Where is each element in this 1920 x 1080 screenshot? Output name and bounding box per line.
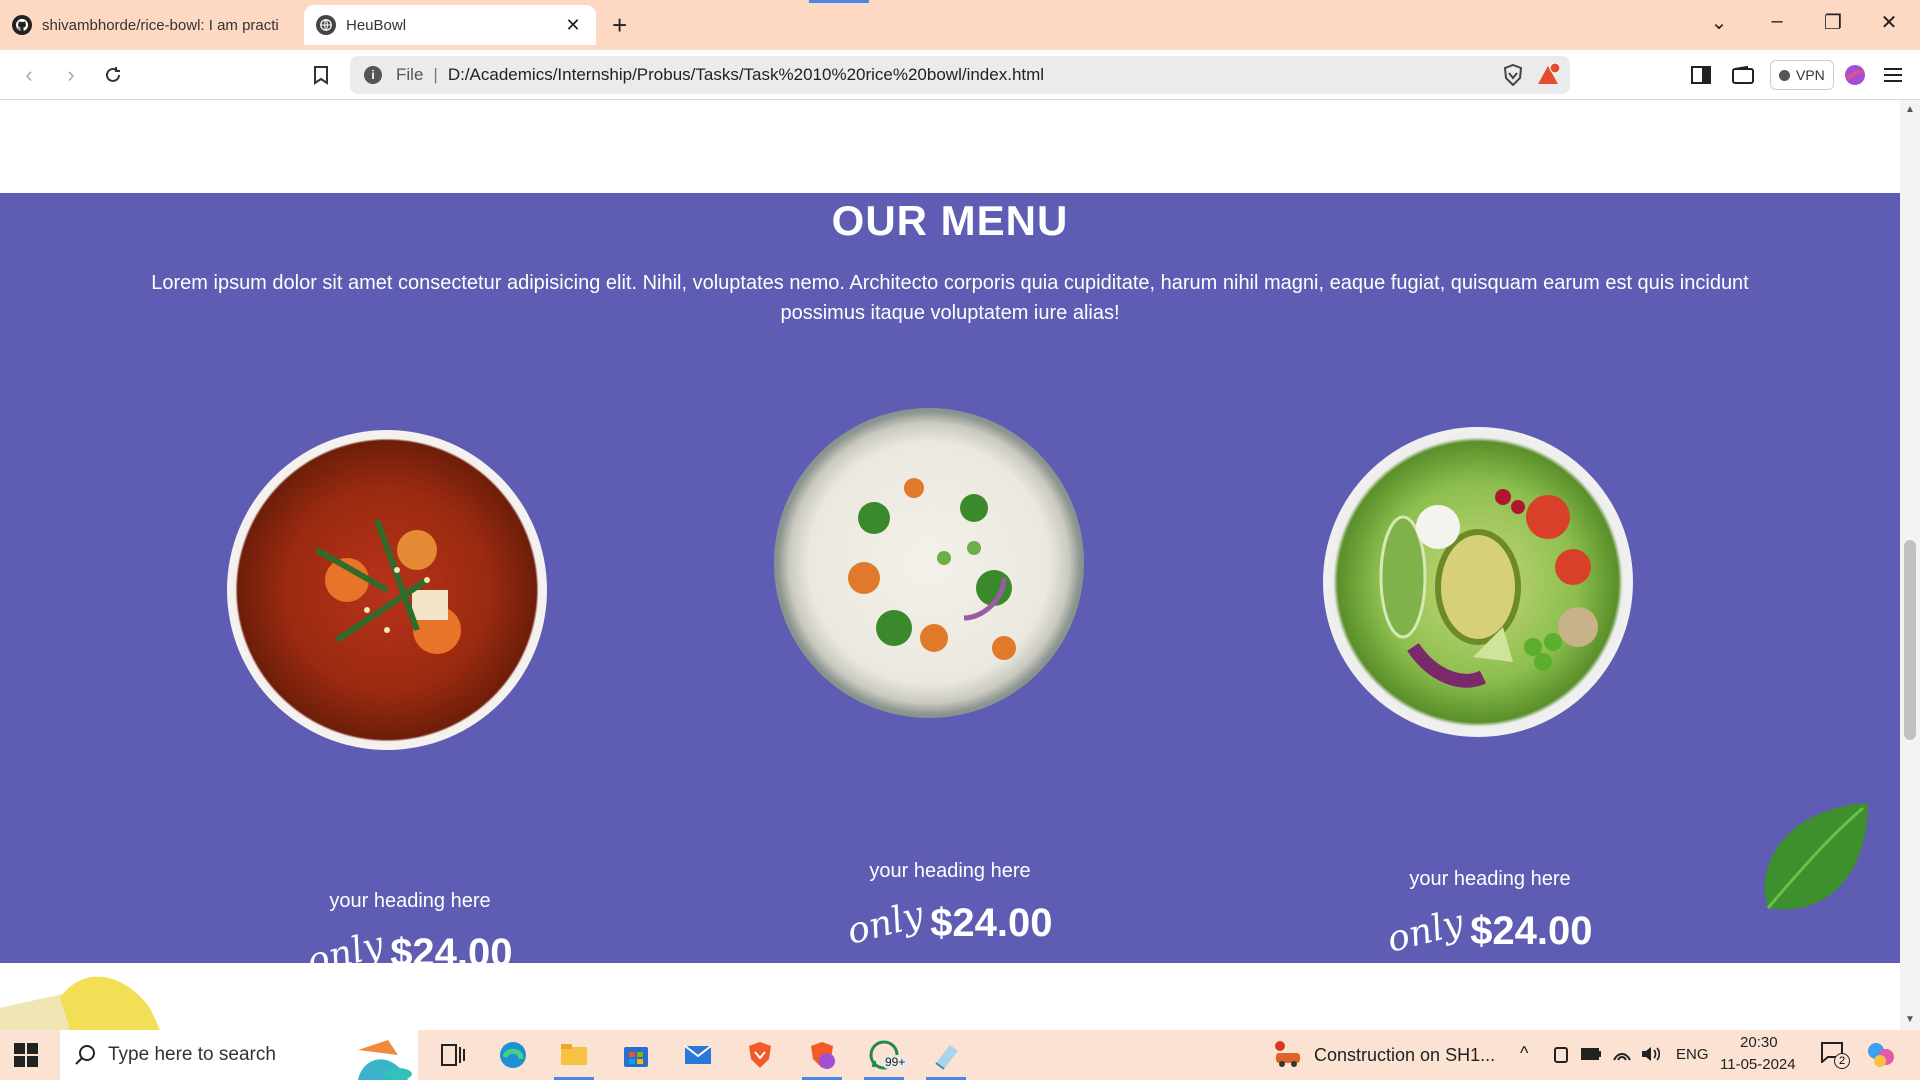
close-window-icon[interactable]: ✕ xyxy=(1874,10,1904,35)
item-price: $24.00 xyxy=(1470,909,1593,953)
tab-strip-indicator xyxy=(809,0,869,3)
page-scrollbar[interactable]: ▲ ▼ xyxy=(1900,100,1920,1030)
scrollbar-thumb[interactable] xyxy=(1904,540,1916,740)
sidebar-icon[interactable] xyxy=(1686,60,1716,90)
lemon-slice-image xyxy=(0,976,160,1030)
only-label: only xyxy=(303,924,389,983)
url-scheme: File xyxy=(396,65,424,84)
item-heading: your heading here xyxy=(869,860,1031,882)
meet-now-icon[interactable] xyxy=(1552,1045,1570,1065)
traffic-news-icon[interactable] xyxy=(1272,1039,1304,1071)
reload-icon[interactable] xyxy=(98,60,128,90)
whatsapp-icon[interactable]: 99+ xyxy=(868,1039,909,1071)
menu-description: Lorem ipsum dolor sit amet consectetur a… xyxy=(151,272,1749,324)
item-price: $24.00 xyxy=(930,901,1053,945)
brave-rewards-icon[interactable] xyxy=(1536,62,1561,87)
scroll-up-icon[interactable]: ▲ xyxy=(1904,104,1916,115)
page-viewport: OUR MENU Lorem ipsum dolor sit amet cons… xyxy=(0,100,1900,1030)
soup-bowl-image xyxy=(227,430,547,750)
vpn-button[interactable]: VPN xyxy=(1770,60,1834,90)
site-info-icon[interactable]: i xyxy=(364,66,382,84)
minimize-icon[interactable]: – xyxy=(1762,10,1792,33)
bookmark-icon[interactable] xyxy=(306,60,336,90)
news-widget-text[interactable]: Construction on SH1... xyxy=(1314,1045,1495,1066)
notification-center-icon[interactable]: 2 xyxy=(1820,1041,1850,1071)
url-text[interactable]: D:/Academics/Internship/Probus/Tasks/Tas… xyxy=(448,65,1044,85)
address-bar[interactable]: i File | D:/Academics/Internship/Probus/… xyxy=(350,56,1570,94)
new-tab-icon[interactable]: + xyxy=(612,10,627,41)
mail-icon[interactable] xyxy=(682,1039,714,1071)
veg-rice-bowl-image xyxy=(774,408,1084,718)
brave-profile-browser-icon[interactable] xyxy=(806,1039,838,1071)
tab-heubowl[interactable]: HeuBowl ✕ xyxy=(304,5,596,45)
brave-shield-icon[interactable] xyxy=(1502,63,1524,87)
notes-app-icon[interactable] xyxy=(930,1039,962,1071)
globe-icon xyxy=(316,15,336,35)
search-placeholder: Type here to search xyxy=(108,1044,276,1065)
clock-time[interactable]: 20:30 xyxy=(1740,1034,1778,1051)
close-tab-icon[interactable]: ✕ xyxy=(562,15,584,36)
back-icon[interactable]: ‹ xyxy=(14,60,44,90)
windows-taskbar: Type here to search 99+ Construction on … xyxy=(0,1030,1920,1080)
menu-section: OUR MENU Lorem ipsum dolor sit amet cons… xyxy=(0,193,1900,1030)
salad-bowl-image xyxy=(1323,427,1633,737)
item-heading: your heading here xyxy=(1409,868,1571,890)
whatsapp-badge: 99+ xyxy=(882,1055,909,1069)
item-heading: your heading here xyxy=(329,890,491,912)
file-explorer-icon[interactable] xyxy=(558,1039,590,1071)
restore-icon[interactable]: ❐ xyxy=(1818,10,1848,35)
language-indicator[interactable]: ENG xyxy=(1676,1046,1709,1063)
brave-browser-icon[interactable] xyxy=(744,1039,776,1071)
tab-title: shivambhorde/rice-bowl: I am practi xyxy=(42,16,279,34)
battery-icon[interactable] xyxy=(1580,1047,1602,1061)
browser-toolbar: ‹ › i File | D:/Academics/Internship/Pro… xyxy=(0,50,1920,100)
taskbar-search-box[interactable]: Type here to search xyxy=(60,1030,418,1080)
price-row: only $24.00 xyxy=(690,894,1210,952)
price-row: only $24.00 xyxy=(150,924,670,982)
search-icon xyxy=(75,1045,95,1065)
profile-icon[interactable] xyxy=(1840,60,1870,90)
item-price: $24.00 xyxy=(390,931,513,975)
task-view-icon[interactable] xyxy=(436,1039,468,1071)
wifi-icon[interactable] xyxy=(1612,1044,1632,1064)
forward-icon[interactable]: › xyxy=(56,60,86,90)
github-icon xyxy=(12,15,32,35)
only-label: only xyxy=(1383,902,1469,961)
tab-github[interactable]: shivambhorde/rice-bowl: I am practi xyxy=(0,5,298,45)
search-highlight-image xyxy=(358,1040,412,1080)
buy-now-link[interactable]: Buy Now xyxy=(150,1015,670,1030)
tab-strip: shivambhorde/rice-bowl: I am practi HeuB… xyxy=(0,0,1920,50)
clock-date[interactable]: 11-05-2024 xyxy=(1720,1056,1796,1073)
microsoft-store-icon[interactable] xyxy=(620,1039,652,1071)
edge-icon[interactable] xyxy=(497,1039,529,1071)
only-label: only xyxy=(843,894,929,953)
show-hidden-icons-icon[interactable]: ^ xyxy=(1520,1043,1528,1064)
menu-icon[interactable] xyxy=(1878,60,1908,90)
vpn-status-icon xyxy=(1779,69,1790,81)
buy-now-link[interactable]: Buy Now xyxy=(1230,993,1750,1022)
vpn-label: VPN xyxy=(1796,67,1825,83)
scroll-down-icon[interactable]: ▼ xyxy=(1904,1014,1916,1025)
buy-now-link[interactable]: Buy Now xyxy=(690,985,1210,1014)
copilot-icon[interactable] xyxy=(1866,1041,1896,1069)
notification-count: 2 xyxy=(1834,1053,1850,1069)
menu-title: OUR MENU xyxy=(831,197,1069,244)
tab-title: HeuBowl xyxy=(346,16,407,34)
tab-search-chevron-icon[interactable]: ⌄ xyxy=(1704,10,1734,35)
mint-leaf-image xyxy=(1764,803,1868,910)
windows-start-icon[interactable] xyxy=(14,1043,38,1067)
wallet-icon[interactable] xyxy=(1728,60,1758,90)
volume-icon[interactable] xyxy=(1640,1044,1662,1064)
price-row: only $24.00 xyxy=(1230,902,1750,960)
url-separator: | xyxy=(433,65,438,84)
